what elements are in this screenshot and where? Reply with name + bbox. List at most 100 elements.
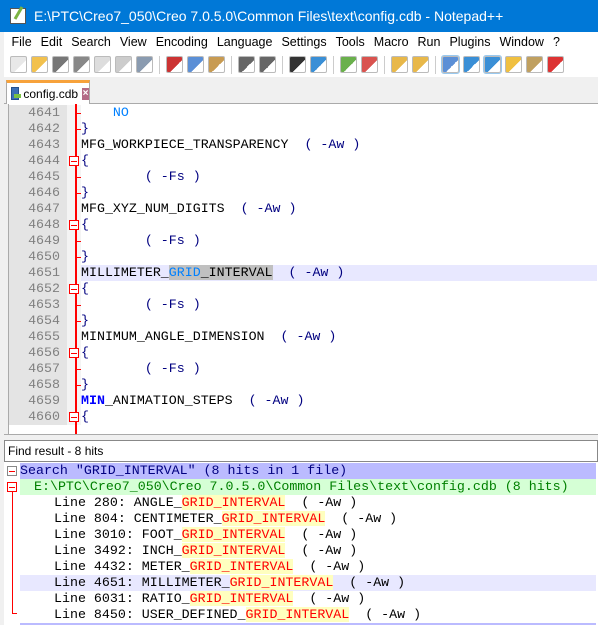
fold-margin bbox=[67, 201, 81, 217]
sync-vertical-icon[interactable] bbox=[391, 56, 408, 73]
hit-match: GRID_INTERVAL bbox=[189, 559, 294, 574]
collapse-file-icon[interactable] bbox=[7, 482, 17, 492]
menu-language[interactable]: Language bbox=[212, 35, 277, 49]
collapse-search-icon[interactable] bbox=[7, 466, 17, 476]
find-hit-item[interactable]: Line 804: CENTIMETER_GRID_INTERVAL ( -Aw… bbox=[20, 511, 596, 527]
menu-run[interactable]: Run bbox=[413, 35, 445, 49]
hit-match: GRID_INTERVAL bbox=[181, 527, 286, 542]
code-text: NO bbox=[81, 105, 129, 121]
indent-guide-icon[interactable] bbox=[483, 55, 502, 74]
code-token: _ANIMATION_STEPS bbox=[104, 393, 249, 408]
menu-tools[interactable]: Tools bbox=[331, 35, 369, 49]
code-text: ( -Fs ) bbox=[81, 361, 201, 377]
close-tab-icon[interactable]: × bbox=[82, 87, 89, 100]
editor-line: 4645 ( -Fs ) bbox=[9, 169, 597, 185]
menu-view[interactable]: View bbox=[115, 35, 151, 49]
hit-prefix: Line 3010: FOOT_ bbox=[54, 527, 182, 542]
find-hit-item[interactable]: Line 8450: USER_DEFINED_GRID_INTERVAL ( … bbox=[20, 607, 596, 623]
menu-edit[interactable]: Edit bbox=[36, 35, 67, 49]
hit-suffix: ( -Aw ) bbox=[293, 559, 366, 574]
fold-collapse-icon[interactable] bbox=[69, 220, 79, 230]
fold-end-marker bbox=[76, 193, 81, 194]
find-hit-item[interactable]: Line 280: ANGLE_GRID_INTERVAL ( -Aw ) bbox=[20, 495, 596, 511]
search-header-line[interactable]: Search "GRID_INTERVAL" (8 hits in 1 file… bbox=[20, 463, 596, 479]
save-icon[interactable] bbox=[52, 56, 69, 73]
show-all-characters-icon[interactable] bbox=[463, 56, 480, 73]
close-all-icon[interactable] bbox=[115, 56, 132, 73]
code-text: MFG_WORKPIECE_TRANSPARENCY ( -Aw ) bbox=[81, 137, 360, 153]
fold-end-marker bbox=[76, 113, 81, 114]
code-token: GRID bbox=[168, 265, 201, 280]
word-wrap-icon[interactable] bbox=[441, 55, 460, 74]
code-token: { bbox=[81, 153, 89, 168]
editor[interactable]: 4641 NO 4642} 4643 MFG_WORKPIECE_TRANSPAREN… bbox=[8, 104, 598, 434]
copy-icon[interactable] bbox=[187, 56, 204, 73]
code-text: } bbox=[81, 313, 89, 329]
find-hit-item[interactable]: Line 3492: INCH_GRID_INTERVAL ( -Aw ) bbox=[20, 543, 596, 559]
menu-file[interactable]: File bbox=[7, 35, 36, 49]
hit-suffix: ( -Aw ) bbox=[349, 607, 422, 622]
paste-icon[interactable] bbox=[208, 56, 225, 73]
hit-suffix: ( -Aw ) bbox=[333, 575, 406, 590]
sync-horizontal-icon[interactable] bbox=[412, 56, 429, 73]
print-icon[interactable] bbox=[136, 56, 153, 73]
fold-end-marker bbox=[76, 385, 81, 386]
line-number: 4657 bbox=[9, 361, 67, 377]
toolbar bbox=[4, 52, 598, 77]
code-text: MFG_XYZ_NUM_DIGITS ( -Aw ) bbox=[81, 201, 296, 217]
toolbar-separator bbox=[333, 55, 334, 74]
fold-collapse-icon[interactable] bbox=[69, 156, 79, 166]
hit-prefix: Line 3492: INCH_ bbox=[54, 543, 182, 558]
cut-icon[interactable] bbox=[166, 56, 183, 73]
menu-encoding[interactable]: Encoding bbox=[151, 35, 212, 49]
open-file-icon[interactable] bbox=[31, 56, 48, 73]
fold-line bbox=[12, 492, 13, 614]
line-number: 4654 bbox=[9, 313, 67, 329]
function-list-icon[interactable] bbox=[547, 56, 564, 73]
fold-collapse-icon[interactable] bbox=[69, 348, 79, 358]
find-icon[interactable] bbox=[289, 56, 306, 73]
code-token: { bbox=[81, 217, 89, 232]
zoom-out-icon[interactable] bbox=[361, 56, 378, 73]
find-hit-item[interactable]: Line 4432: METER_GRID_INTERVAL ( -Aw ) bbox=[20, 559, 596, 575]
new-file-icon[interactable] bbox=[10, 56, 27, 73]
hit-suffix: ( -Aw ) bbox=[285, 495, 358, 510]
file-header-line[interactable]: E:\PTC\Creo7_050\Creo 7.0.5.0\Common Fil… bbox=[20, 479, 596, 495]
menu-plugins[interactable]: Plugins bbox=[445, 35, 495, 49]
editor-line: 4644 { bbox=[9, 153, 597, 169]
saved-file-icon bbox=[11, 87, 22, 100]
zoom-in-icon[interactable] bbox=[340, 56, 357, 73]
close-icon[interactable] bbox=[94, 56, 111, 73]
menu-help[interactable]: ? bbox=[548, 35, 564, 49]
hit-prefix: Line 4651: MILLIMETER_ bbox=[54, 575, 230, 590]
hit-prefix: Line 8450: USER_DEFINED_ bbox=[54, 607, 246, 622]
undo-icon[interactable] bbox=[238, 56, 255, 73]
replace-icon[interactable] bbox=[310, 56, 327, 73]
line-number: 4642 bbox=[9, 121, 67, 137]
menu-window[interactable]: Window bbox=[495, 35, 548, 49]
tab-config-cdb[interactable]: config.cdb × bbox=[6, 80, 90, 104]
find-result-title: Find result - 8 hits bbox=[4, 440, 598, 462]
line-number: 4643 bbox=[9, 137, 67, 153]
code-text: { bbox=[81, 281, 89, 297]
editor-line: 4655 MINIMUM_ANGLE_DIMENSION ( -Aw ) bbox=[9, 329, 597, 345]
find-hit-item[interactable]: Line 4651: MILLIMETER_GRID_INTERVAL ( -A… bbox=[20, 575, 596, 591]
document-map-icon[interactable] bbox=[526, 56, 543, 73]
udl-icon[interactable] bbox=[505, 56, 522, 73]
redo-icon[interactable] bbox=[259, 56, 276, 73]
line-number: 4648 bbox=[9, 217, 67, 233]
save-all-icon[interactable] bbox=[73, 56, 90, 73]
code-text: MILLIMETER_GRID_INTERVAL ( -Aw ) bbox=[81, 265, 344, 281]
menu-macro[interactable]: Macro bbox=[369, 35, 413, 49]
hit-prefix: Line 280: ANGLE_ bbox=[54, 495, 182, 510]
editor-line: 4648 { bbox=[9, 217, 597, 233]
code-token: _INTERVAL bbox=[200, 265, 273, 280]
fold-collapse-icon[interactable] bbox=[69, 412, 79, 422]
find-hit-item[interactable]: Line 6031: RATIO_GRID_INTERVAL ( -Aw ) bbox=[20, 591, 596, 607]
find-results-panel[interactable]: Search "GRID_INTERVAL" (8 hits in 1 file… bbox=[4, 462, 598, 625]
menu-search[interactable]: Search bbox=[67, 35, 116, 49]
fold-collapse-icon[interactable] bbox=[69, 284, 79, 294]
menu-settings[interactable]: Settings bbox=[277, 35, 331, 49]
find-hit-item[interactable]: Line 3010: FOOT_GRID_INTERVAL ( -Aw ) bbox=[20, 527, 596, 543]
hit-match: GRID_INTERVAL bbox=[221, 511, 326, 526]
